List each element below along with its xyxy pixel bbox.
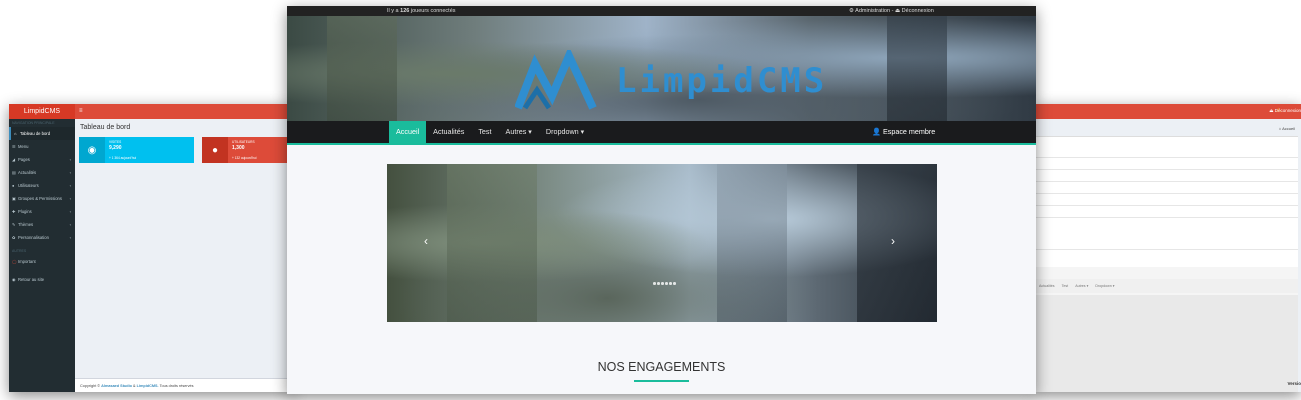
admin-link[interactable]: ⚙ Administration [849, 8, 890, 14]
version-label: Versio [1287, 381, 1301, 386]
chevron-left-icon: ‹ [69, 209, 71, 214]
chevron-left-icon: ‹ [69, 157, 71, 162]
visits-sub: + 1 364 aujourd'hui [109, 156, 137, 160]
sidebar-item-back[interactable]: ◉ Retour au site [9, 273, 75, 286]
section-title: NOS ENGAGEMENTS [597, 360, 726, 374]
logout-link-right[interactable]: ⏏ Déconnexion [1269, 108, 1301, 114]
sidebar-heading-other: AUTRES [12, 249, 27, 253]
admin-content: Tableau de bord ◉ VISITES 9,290 + 1 364 … [75, 119, 294, 392]
main-nav: Accueil Actualités Test Autres ▾ Dropdow… [287, 121, 1036, 145]
breadcrumb[interactable]: ⌂ Accueil [1279, 126, 1295, 131]
sidebar-item-users[interactable]: ● Utilisateurs ‹ [9, 179, 75, 192]
admin-sidebar: NAVIGATION PRINCIPALE ⌂ Tableau de bord ☰… [9, 119, 75, 392]
topbar-links: ⚙ Administration - ⏏ Déconnexion [849, 8, 934, 14]
admin-footer: Copyright © Almasaed Studio & LimpidCMS.… [75, 378, 294, 392]
site-topbar: Il y a 126 joueurs connectés ⚙ Administr… [287, 6, 1036, 16]
menu-toggle-icon[interactable]: ≡ [79, 104, 83, 119]
image-carousel: ‹ › [387, 164, 937, 322]
players-online: Il y a 126 joueurs connectés [387, 8, 456, 14]
users-sub: + 132 aujourd'hui [232, 156, 257, 160]
preview-nav: Actualités Test Autres ▾ Dropdown ▾ [1036, 279, 1298, 293]
sidebar-item-customize[interactable]: ✿ Personnalisation ‹ [9, 231, 75, 244]
users-value: 1,300 [232, 145, 245, 151]
page-title: Tableau de bord [80, 124, 131, 131]
admin-page-window: ⚠ ⏏ Déconnexion ⌂ Accueil Actualités Tes… [1033, 104, 1301, 392]
chevron-left-icon: ‹ [69, 222, 71, 227]
visits-box: ◉ VISITES 9,290 + 1 364 aujourd'hui [79, 137, 194, 163]
cms-link[interactable]: LimpidCMS. [137, 384, 159, 388]
sidebar-item-menu[interactable]: ☰ Menu [9, 140, 75, 153]
user-icon: ● [202, 137, 228, 163]
carousel-prev-icon[interactable]: ‹ [424, 234, 428, 248]
sidebar-item-groups[interactable]: ▣ Groupes & Permissions ‹ [9, 192, 75, 205]
sidebar-item-news[interactable]: ▤ Actualités ‹ [9, 166, 75, 179]
eye-icon: ◉ [79, 137, 105, 163]
gear-icon: ⚙ [849, 8, 854, 14]
visits-value: 9,290 [109, 145, 122, 151]
site-window: Il y a 126 joueurs connectés ⚙ Administr… [287, 6, 1036, 394]
chevron-left-icon: ‹ [69, 235, 71, 240]
users-box: ● UTILISATEURS 1,300 + 132 aujourd'hui [202, 137, 294, 163]
nav-news[interactable]: Actualités [426, 121, 471, 143]
limpid-logo-icon [515, 50, 597, 110]
nav-test[interactable]: Test [471, 121, 498, 143]
admin2-panel: Actualités Test Autres ▾ Dropdown ▾ [1036, 136, 1298, 392]
chevron-left-icon: ‹ [69, 196, 71, 201]
carousel-next-icon[interactable]: › [891, 234, 895, 248]
nav-home[interactable]: Accueil [389, 121, 427, 143]
logout-link[interactable]: ⏏ Déconnexion [895, 8, 934, 14]
sidebar-heading: NAVIGATION PRINCIPALE [12, 121, 55, 125]
logout-icon: ⏏ [894, 8, 901, 14]
section-underline [634, 380, 689, 382]
admin-dashboard-window: LimpidCMS ≡ NAVIGATION PRINCIPALE ⌂ Table… [9, 104, 294, 392]
visits-label: VISITES [109, 140, 122, 144]
nav-dropdown[interactable]: Dropdown ▾ [539, 121, 591, 143]
user-icon: 👤 [872, 127, 881, 136]
sidebar-item-important[interactable]: ◯ Important [9, 255, 75, 268]
admin-logo[interactable]: LimpidCMS [9, 104, 75, 119]
chevron-left-icon: ‹ [69, 183, 71, 188]
sidebar-item-themes[interactable]: ✎ Thèmes ‹ [9, 218, 75, 231]
member-area-link[interactable]: 👤 Espace membre [872, 121, 935, 143]
sidebar-item-pages[interactable]: ◢ Pages ‹ [9, 153, 75, 166]
preview-body [1036, 295, 1298, 392]
sidebar-item-plugins[interactable]: ✚ Plugins ‹ [9, 205, 75, 218]
sidebar-item-dashboard[interactable]: ⌂ Tableau de bord [9, 127, 75, 140]
site-logo[interactable]: LimpidCMS [515, 50, 827, 112]
chevron-left-icon: ‹ [69, 170, 71, 175]
users-label: UTILISATEURS [232, 140, 255, 144]
carousel-indicators[interactable] [653, 282, 676, 285]
admin2-header [1033, 104, 1301, 119]
hero-banner: LimpidCMS [287, 16, 1036, 121]
studio-link[interactable]: Almasaed Studio [101, 384, 132, 388]
nav-others-dropdown[interactable]: Autres ▾ [499, 121, 539, 143]
